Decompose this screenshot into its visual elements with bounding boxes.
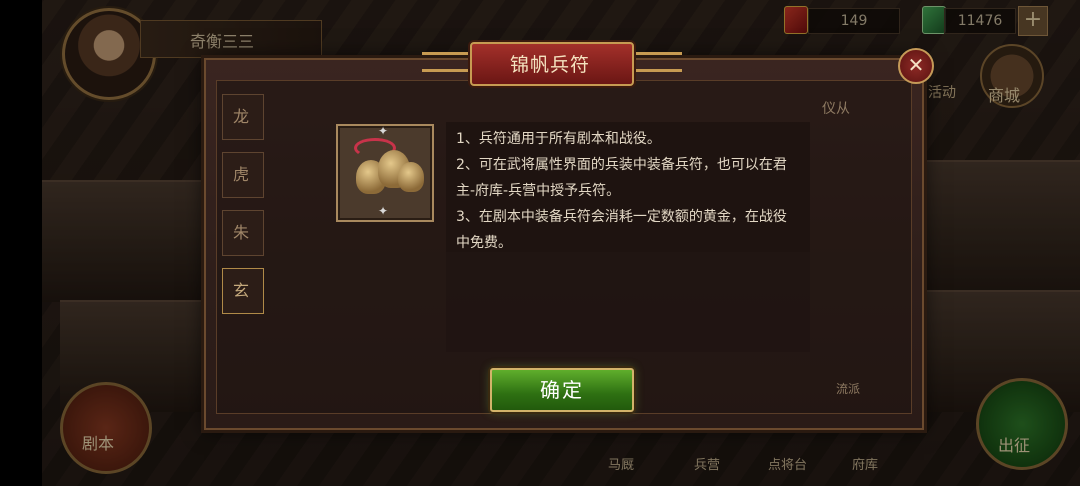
side-tab-dragon[interactable]: 龙 [222, 94, 264, 140]
title-ornament-right [626, 52, 682, 72]
desc-line-2: 2、可在武将属性界面的兵装中装备兵符，也可以在君 [456, 157, 787, 173]
side-tab-tiger[interactable]: 虎 [222, 152, 264, 198]
confirm-button[interactable]: 确定 [490, 368, 634, 412]
sparkle-icon-top: ✦ [378, 124, 389, 138]
faction-label: 流派 [836, 382, 861, 396]
bell-right [398, 162, 424, 192]
desc-line-4: 3、在剧本中装备兵符会消耗一定数额的黄金，在战役 [456, 209, 787, 225]
desc-line-5: 中免费。 [456, 235, 512, 251]
dialog-title: 锦帆兵符 [509, 54, 590, 76]
side-tab-black-tortoise[interactable]: 玄 [222, 268, 264, 314]
side-tab-vermilion[interactable]: 朱 [222, 210, 264, 256]
desc-line-1: 1、兵符通用于所有剧本和战役。 [456, 131, 661, 147]
desc-line-3: 主-府库-兵营中授予兵符。 [456, 183, 621, 199]
description-panel-lower [446, 252, 810, 352]
retinue-label: 仪从 [822, 101, 850, 117]
description-panel: 1、兵符通用于所有剧本和战役。 2、可在武将属性界面的兵装中装备兵符，也可以在君… [446, 122, 810, 252]
close-button[interactable]: ✕ [898, 48, 934, 84]
sparkle-icon-bottom: ✦ [378, 204, 389, 218]
